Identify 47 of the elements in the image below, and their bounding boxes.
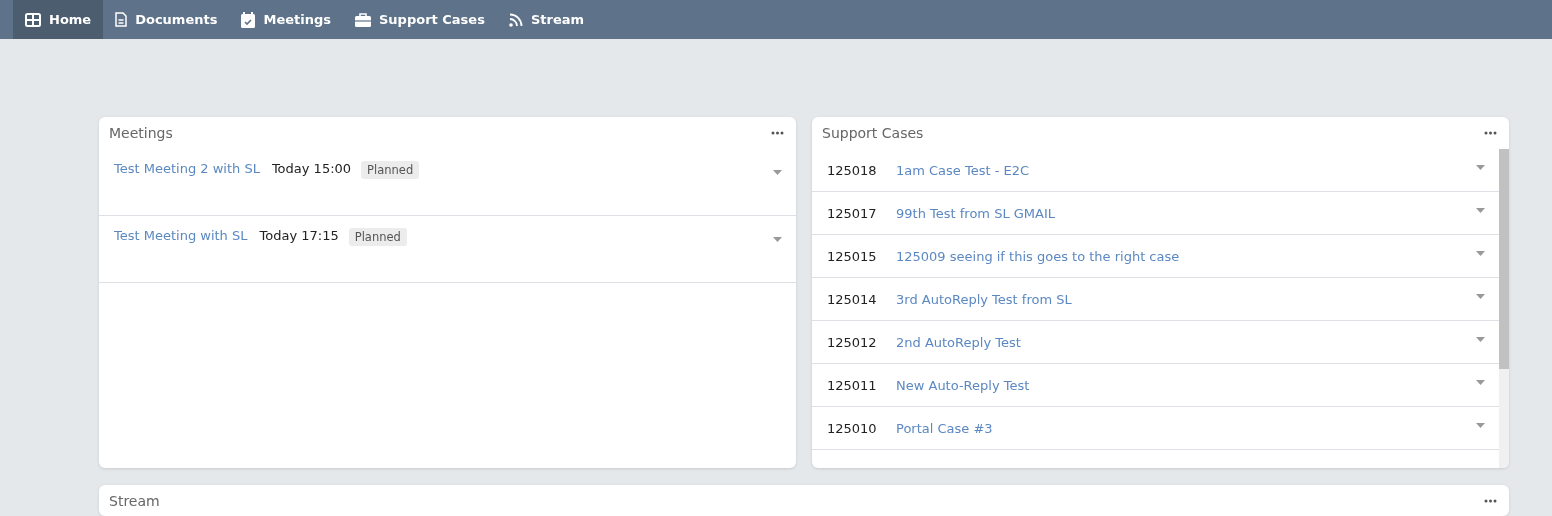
more-icon[interactable] (1484, 131, 1497, 135)
caret-icon[interactable] (1476, 293, 1485, 299)
scrollbar-thumb[interactable] (1499, 149, 1509, 369)
scrollbar[interactable] (1499, 149, 1509, 468)
case-link[interactable]: 2nd AutoReply Test (896, 334, 1021, 350)
case-link[interactable]: New Auto-Reply Test (896, 377, 1030, 393)
caret-icon[interactable] (1476, 336, 1485, 342)
caret-icon[interactable] (1476, 250, 1485, 256)
meeting-link[interactable]: Test Meeting with SL (114, 228, 248, 243)
status-badge: Planned (361, 161, 420, 179)
card-title: Meetings (109, 125, 173, 141)
caret-icon[interactable] (1476, 207, 1485, 213)
nav-tab[interactable]: Support Cases (343, 0, 497, 39)
meeting-link[interactable]: Test Meeting 2 with SL (114, 161, 260, 176)
nav-tab[interactable]: Meetings (229, 0, 343, 39)
card-title: Stream (109, 493, 160, 509)
calendar-check-icon (241, 11, 256, 28)
case-number: 125014 (827, 291, 878, 307)
caret-icon[interactable] (1476, 379, 1485, 385)
briefcase-icon (355, 12, 371, 27)
nav-tab[interactable]: Stream (496, 0, 597, 39)
more-icon[interactable] (771, 131, 784, 135)
case-link[interactable]: Portal Case #3 (896, 420, 993, 436)
document-icon (115, 12, 128, 27)
nav-tab[interactable]: Documents (103, 0, 230, 39)
status-badge: Planned (348, 228, 407, 246)
case-number: 125012 (827, 334, 878, 350)
card-title: Support Cases (822, 125, 924, 141)
nav-tab[interactable]: Home (13, 0, 104, 39)
caret-icon[interactable] (773, 237, 782, 242)
case-number: 125018 (827, 162, 878, 178)
case-number: 125017 (827, 205, 878, 221)
case-link[interactable]: 125009 seeing if this goes to the right case (896, 248, 1180, 264)
case-link[interactable]: 1am Case Test - E2C (896, 162, 1030, 178)
more-icon[interactable] (1484, 499, 1497, 503)
case-link[interactable]: 3rd AutoReply Test from SL (896, 291, 1072, 307)
meeting-time: Today 17:15 (259, 228, 339, 243)
caret-icon[interactable] (773, 170, 782, 175)
case-link[interactable]: 99th Test from SL GMAIL (896, 205, 1055, 221)
grid-icon (25, 12, 41, 27)
meeting-time: Today 15:00 (271, 161, 352, 176)
case-number: 125015 (827, 248, 878, 264)
caret-icon[interactable] (1476, 422, 1485, 428)
caret-icon[interactable] (1476, 164, 1485, 170)
rss-icon (508, 12, 523, 27)
case-number: 125011 (827, 377, 878, 393)
case-number: 125010 (827, 420, 878, 436)
